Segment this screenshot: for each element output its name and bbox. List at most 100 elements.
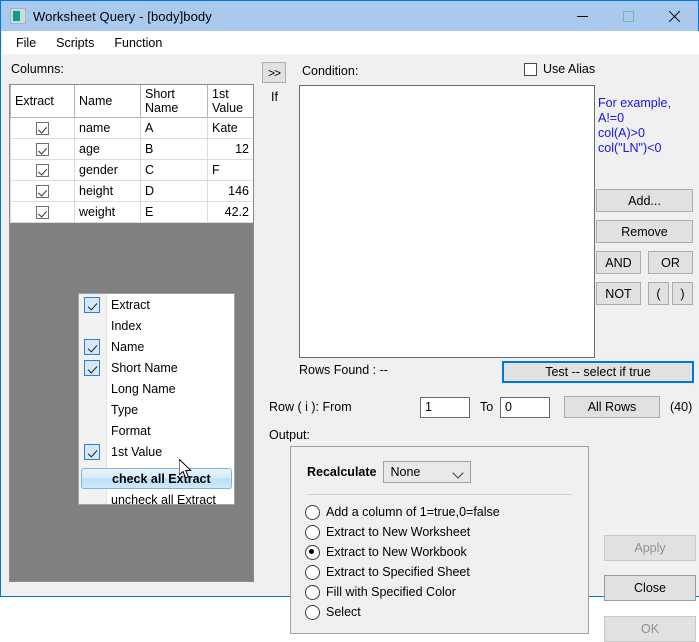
context-menu-item-short-name[interactable]: Short Name bbox=[79, 357, 234, 378]
extract-checkbox-cell[interactable] bbox=[11, 202, 75, 223]
recalculate-select[interactable]: None bbox=[383, 461, 471, 483]
cell-short-name: A bbox=[141, 118, 208, 139]
menu-scripts[interactable]: Scripts bbox=[46, 34, 104, 52]
add-button[interactable]: Add... bbox=[596, 189, 693, 212]
minimize-button[interactable] bbox=[559, 1, 605, 31]
and-button[interactable]: AND bbox=[596, 251, 641, 274]
context-menu-label: Format bbox=[111, 424, 151, 438]
grid-header-short-name[interactable]: Short Name bbox=[141, 85, 208, 118]
table-row[interactable]: weight E 42.2 bbox=[11, 202, 254, 223]
row-range-row: Row ( i ): From To All Rows (40) bbox=[269, 395, 699, 419]
context-menu-item-1st-value[interactable]: 1st Value bbox=[79, 441, 234, 462]
cell-1st-value: Kate bbox=[208, 118, 254, 139]
cell-name: name bbox=[75, 118, 141, 139]
cell-1st-value: 42.2 bbox=[208, 202, 254, 223]
context-menu-label: check all Extract bbox=[112, 472, 211, 486]
context-menu-item-long-name[interactable]: Long Name bbox=[79, 378, 234, 399]
cell-name: gender bbox=[75, 160, 141, 181]
context-menu-item-index[interactable]: Index bbox=[79, 315, 234, 336]
context-menu-item-name[interactable]: Name bbox=[79, 336, 234, 357]
radio-label: Extract to New Worksheet bbox=[326, 525, 470, 539]
maximize-icon bbox=[623, 11, 634, 22]
radio-icon bbox=[305, 605, 320, 620]
checkbox-icon bbox=[36, 164, 49, 177]
cell-name: height bbox=[75, 181, 141, 202]
menu-function[interactable]: Function bbox=[104, 34, 172, 52]
right-paren-button[interactable]: ) bbox=[672, 282, 693, 305]
radio-label: Select bbox=[326, 605, 361, 619]
context-menu-item-type[interactable]: Type bbox=[79, 399, 234, 420]
radio-extract-specified-sheet[interactable]: Extract to Specified Sheet bbox=[305, 562, 500, 582]
test-select-if-true-button[interactable]: Test -- select if true bbox=[502, 361, 694, 383]
row-to-input[interactable] bbox=[500, 397, 550, 418]
extract-checkbox-cell[interactable] bbox=[11, 139, 75, 160]
context-menu-label: Index bbox=[111, 319, 142, 333]
table-row[interactable]: gender C F bbox=[11, 160, 254, 181]
output-label: Output: bbox=[269, 428, 310, 442]
close-icon bbox=[668, 10, 681, 23]
radio-label: Add a column of 1=true,0=false bbox=[326, 505, 500, 519]
radio-fill-specified-color[interactable]: Fill with Specified Color bbox=[305, 582, 500, 602]
remove-button[interactable]: Remove bbox=[596, 220, 693, 243]
rows-found-status: Rows Found : -- bbox=[299, 363, 388, 377]
column-visibility-context-menu[interactable]: Extract Index Name Short Name Long Name … bbox=[78, 293, 235, 505]
not-button[interactable]: NOT bbox=[596, 282, 641, 305]
grid-header-1st-value[interactable]: 1st Value bbox=[208, 85, 254, 118]
grid-header-name[interactable]: Name bbox=[75, 85, 141, 118]
radio-add-column[interactable]: Add a column of 1=true,0=false bbox=[305, 502, 500, 522]
table-row[interactable]: height D 146 bbox=[11, 181, 254, 202]
row-total-count: (40) bbox=[670, 400, 692, 414]
row-to-label: To bbox=[480, 400, 493, 414]
radio-icon bbox=[305, 565, 320, 580]
extract-checkbox-cell[interactable] bbox=[11, 160, 75, 181]
radio-icon bbox=[305, 505, 320, 520]
condition-input[interactable] bbox=[299, 85, 595, 358]
close-window-button[interactable] bbox=[651, 1, 697, 31]
use-alias-checkbox[interactable]: Use Alias bbox=[524, 62, 595, 76]
radio-label: Extract to New Workbook bbox=[326, 545, 467, 559]
cell-1st-value: 146 bbox=[208, 181, 254, 202]
context-menu-item-format[interactable]: Format bbox=[79, 420, 234, 441]
ok-button[interactable]: OK bbox=[604, 616, 696, 642]
example-line-3: col(A)>0 bbox=[598, 126, 671, 141]
context-menu-label: Long Name bbox=[111, 382, 176, 396]
radio-extract-new-workbook[interactable]: Extract to New Workbook bbox=[305, 542, 500, 562]
example-line-2: A!=0 bbox=[598, 111, 671, 126]
menu-file[interactable]: File bbox=[6, 34, 46, 52]
close-button[interactable]: Close bbox=[604, 575, 696, 601]
grid-header-extract[interactable]: Extract bbox=[11, 85, 75, 118]
example-line-1: For example, bbox=[598, 96, 671, 111]
context-menu-label: 1st Value bbox=[111, 445, 162, 459]
cell-1st-value: 12 bbox=[208, 139, 254, 160]
expand-button[interactable]: >> bbox=[262, 62, 286, 83]
radio-select[interactable]: Select bbox=[305, 602, 500, 622]
row-from-input[interactable] bbox=[420, 397, 470, 418]
apply-button[interactable]: Apply bbox=[604, 535, 696, 561]
cell-name: age bbox=[75, 139, 141, 160]
cell-short-name: E bbox=[141, 202, 208, 223]
table-row[interactable]: name A Kate bbox=[11, 118, 254, 139]
cell-short-name: B bbox=[141, 139, 208, 160]
row-range-label: Row ( i ): From bbox=[269, 400, 352, 414]
recalculate-value: None bbox=[390, 465, 420, 479]
context-menu-label: Extract bbox=[111, 298, 150, 312]
left-paren-button[interactable]: ( bbox=[648, 282, 669, 305]
table-row[interactable]: age B 12 bbox=[11, 139, 254, 160]
extract-checkbox-cell[interactable] bbox=[11, 181, 75, 202]
output-options: Add a column of 1=true,0=false Extract t… bbox=[305, 502, 500, 622]
output-group: Recalculate None Add a column of 1=true,… bbox=[290, 446, 589, 634]
cell-1st-value: F bbox=[208, 160, 254, 181]
checkbox-icon bbox=[36, 185, 49, 198]
extract-checkbox-cell[interactable] bbox=[11, 118, 75, 139]
context-menu-item-extract[interactable]: Extract bbox=[79, 294, 234, 315]
minimize-icon bbox=[577, 16, 588, 17]
worksheet-icon bbox=[10, 8, 26, 24]
context-menu-item-check-all-extract[interactable]: check all Extract bbox=[81, 468, 232, 489]
maximize-button[interactable] bbox=[605, 1, 651, 31]
context-menu-item-uncheck-all-extract[interactable]: uncheck all Extract bbox=[79, 489, 234, 510]
all-rows-button[interactable]: All Rows bbox=[564, 396, 660, 418]
or-button[interactable]: OR bbox=[648, 251, 693, 274]
radio-extract-new-worksheet[interactable]: Extract to New Worksheet bbox=[305, 522, 500, 542]
output-separator bbox=[307, 494, 572, 495]
query-panel: >> Condition: Use Alias If For example, … bbox=[259, 54, 699, 596]
